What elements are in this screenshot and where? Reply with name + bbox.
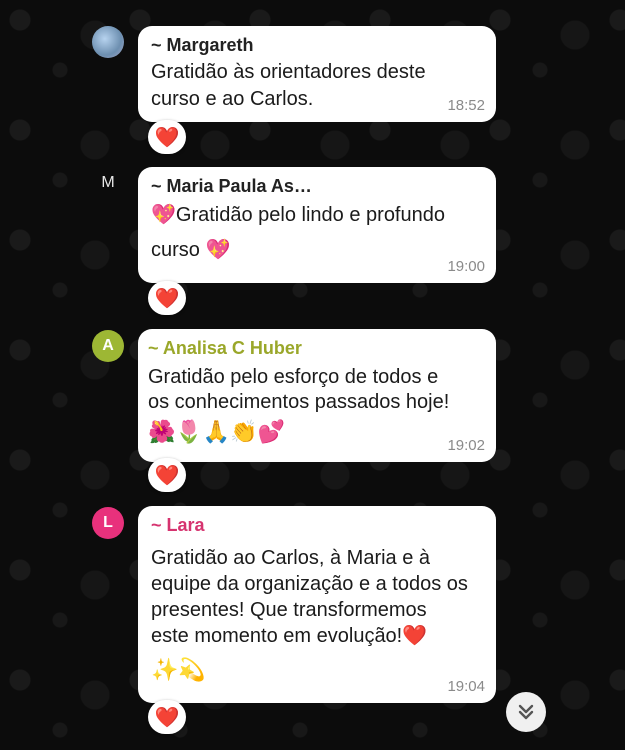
message-text: Gratidão ao Carlos, à Maria e à equipe d… (151, 547, 468, 647)
reaction-badge[interactable]: ❤️ (148, 458, 186, 492)
chat-background: ~ Margareth Gratidão às orientadores des… (0, 0, 625, 750)
sender-name[interactable]: ~ Maria Paula As… (151, 175, 484, 197)
message-time: 18:52 (447, 97, 485, 114)
message-time: 19:00 (447, 258, 485, 275)
message-time: 19:02 (447, 437, 485, 454)
avatar[interactable]: L (92, 507, 124, 539)
reaction-badge[interactable]: ❤️ (148, 120, 186, 154)
message-bubble[interactable]: ~ Maria Paula As… 💖Gratidão pelo lindo e… (138, 167, 496, 283)
avatar[interactable] (92, 26, 124, 58)
message-text: 💖Gratidão pelo lindo e profundo curso 💖 (151, 204, 445, 261)
scroll-to-bottom-button[interactable] (506, 692, 546, 732)
emoji-line: ✨💫 (151, 657, 206, 682)
message-text: Gratidão às orientadores deste curso e a… (151, 61, 426, 110)
sender-name[interactable]: ~ Margareth (151, 34, 484, 56)
avatar[interactable]: A (92, 330, 124, 362)
emoji-line: 🌺🌷🙏👏💕 (148, 419, 285, 444)
message-text: Gratidão pelo esforço de todos e os conh… (148, 366, 450, 413)
message-bubble[interactable]: ~ Margareth Gratidão às orientadores des… (138, 26, 496, 122)
message-time: 19:04 (447, 678, 485, 695)
reaction-badge[interactable]: ❤️ (148, 281, 186, 315)
avatar[interactable]: M (92, 167, 124, 199)
chevron-double-down-icon (518, 704, 534, 720)
message-bubble[interactable]: ~ Lara Gratidão ao Carlos, à Maria e à e… (138, 506, 496, 703)
sender-name[interactable]: ~ Lara (151, 514, 484, 536)
sender-name[interactable]: ~ Analisa C Huber (148, 337, 484, 359)
reaction-badge[interactable]: ❤️ (148, 700, 186, 734)
message-bubble[interactable]: ~ Analisa C Huber Gratidão pelo esforço … (138, 329, 496, 462)
